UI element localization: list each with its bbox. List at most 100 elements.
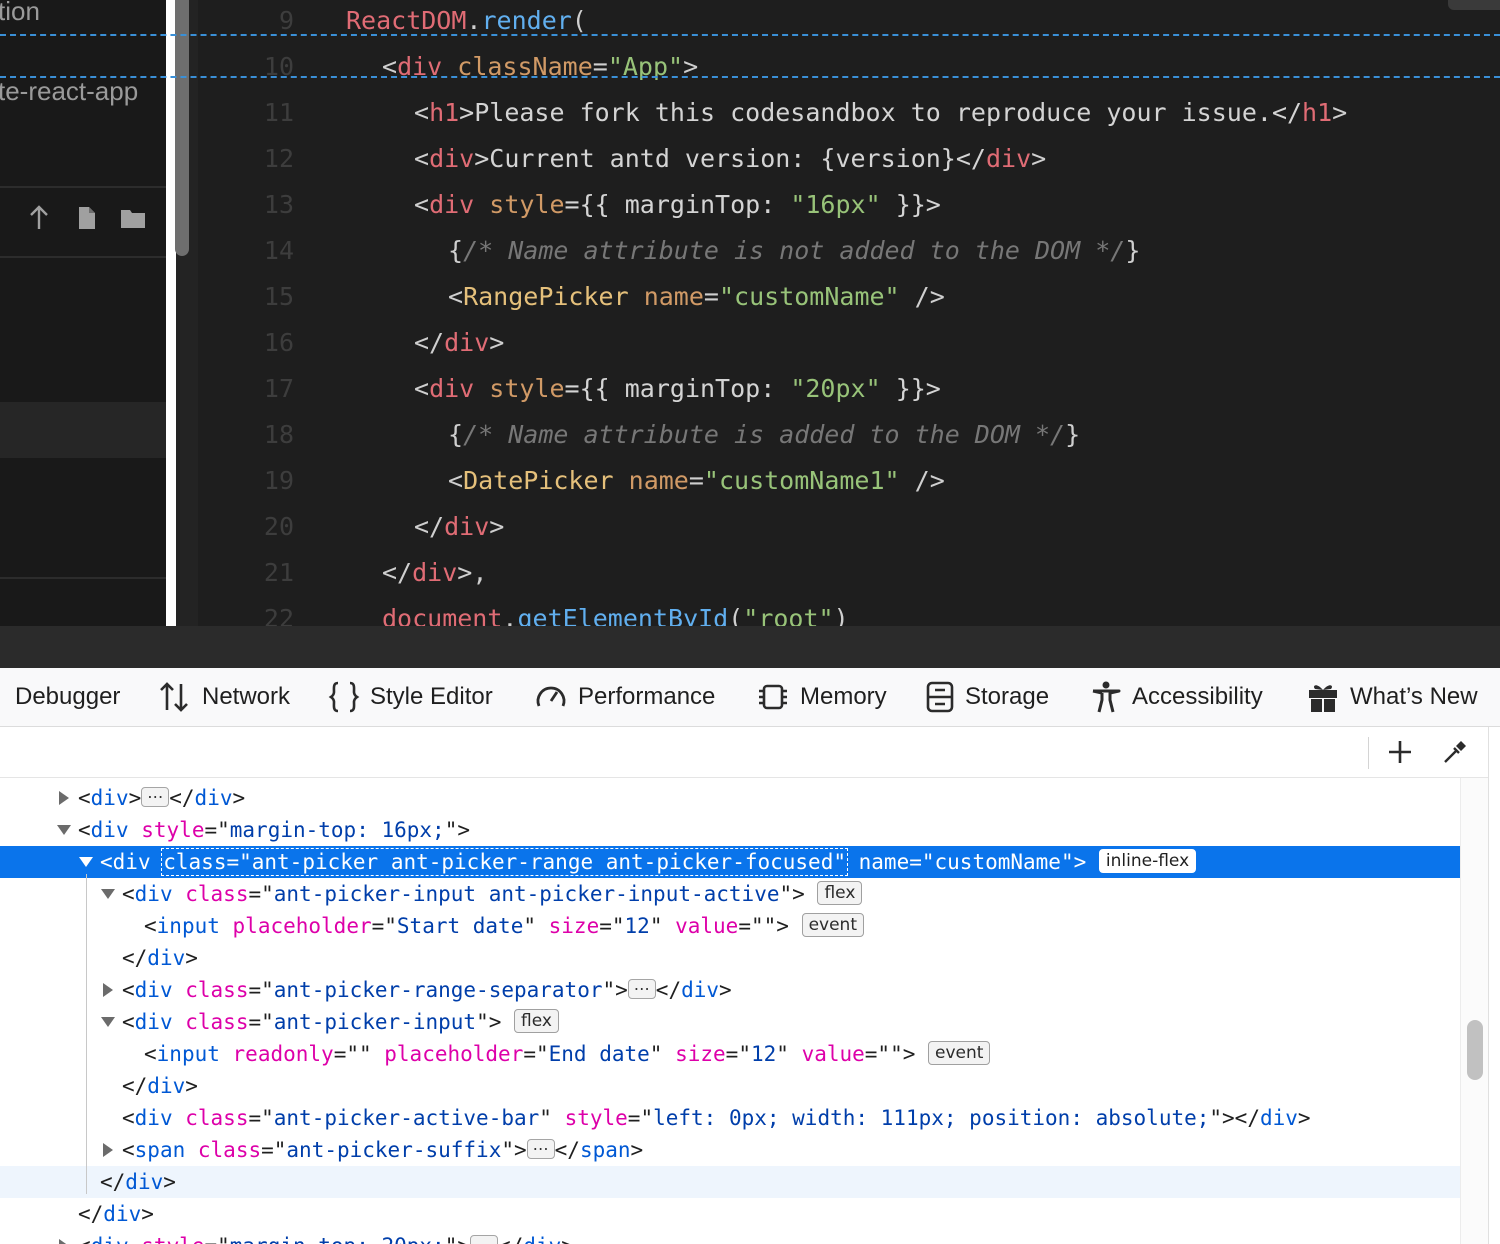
- markup-token: =": [371, 914, 397, 938]
- markup-token: <: [144, 1042, 157, 1066]
- markup-badge-event[interactable]: event: [928, 1041, 991, 1065]
- markup-node-content: <div class="ant-picker-input ant-picker-…: [122, 878, 863, 910]
- markup-badge-flex[interactable]: flex: [514, 1009, 559, 1033]
- markup-token: ant-picker-range-separator: [273, 978, 603, 1002]
- arrow-up-icon[interactable]: [24, 203, 54, 233]
- tab-style-editor[interactable]: Style Editor: [328, 668, 493, 726]
- markup-badge-inline-flex[interactable]: inline-flex: [1098, 849, 1197, 873]
- expand-arrow-closed-icon[interactable]: [100, 1134, 116, 1166]
- code-editor[interactable]: 9 ReactDOM.render(10 <div className="App">…: [198, 0, 1500, 626]
- markup-token: ="">: [738, 914, 789, 938]
- markup-node[interactable]: </div>: [0, 1198, 1460, 1230]
- markup-token: 12: [750, 1042, 777, 1066]
- code-line: 18 {/* Name attribute is added to the DOM…: [198, 420, 1500, 466]
- markup-token: class="ant-picker ant-picker-range ant-p…: [161, 848, 848, 876]
- markup-node[interactable]: </div>: [0, 1070, 1460, 1102]
- markup-token: =": [523, 1042, 549, 1066]
- code-line: 21 </div>,: [198, 558, 1500, 604]
- code-token: }: [1065, 420, 1081, 449]
- markup-node[interactable]: <div>… </div>: [0, 782, 1460, 814]
- markup-token: </: [655, 978, 682, 1002]
- code-token: >Current antd version: {version}</: [474, 144, 986, 173]
- code-text: </div>,: [382, 558, 487, 587]
- markup-node[interactable]: <div style="margin-top: 16px;">: [0, 814, 1460, 846]
- sidebar-scrollbar-thumb[interactable]: [175, 0, 189, 256]
- markup-token: =": [599, 914, 625, 938]
- code-token: DatePicker: [463, 466, 614, 495]
- code-text: ReactDOM.render(: [346, 6, 587, 35]
- markup-token: "></: [1209, 1106, 1260, 1130]
- markup-node[interactable]: <div class="ant-picker-active-bar" style…: [0, 1102, 1460, 1134]
- code-token: ={{ marginTop:: [564, 374, 791, 403]
- markup-node[interactable]: <div class="ant-picker-input ant-picker-…: [0, 878, 1460, 910]
- expand-arrow-closed-icon[interactable]: [56, 782, 72, 814]
- markup-token: [173, 882, 186, 906]
- markup-token: div: [125, 1170, 164, 1194]
- collapsed-children-button[interactable]: …: [526, 1137, 555, 1159]
- expand-arrow-closed-icon[interactable]: [56, 1230, 72, 1244]
- collapsed-children-button[interactable]: …: [470, 1233, 498, 1244]
- markup-token: div: [112, 850, 151, 874]
- file-explorer-sidebar: tion te-react-app: [0, 0, 166, 626]
- markup-node[interactable]: <input readonly="" placeholder="End date…: [0, 1038, 1460, 1070]
- tab-accessibility[interactable]: Accessibility: [1090, 668, 1263, 726]
- markup-node[interactable]: <span class="ant-picker-suffix">… </span>: [0, 1134, 1460, 1166]
- code-token: <: [414, 98, 430, 127]
- markup-badge-event[interactable]: event: [801, 913, 864, 937]
- markup-token: <: [78, 818, 91, 842]
- panel-splitter[interactable]: [0, 626, 1500, 668]
- tab-performance[interactable]: Performance: [534, 668, 715, 726]
- markup-token: >: [630, 1138, 644, 1162]
- markup-token: ">: [476, 1010, 502, 1034]
- markup-node[interactable]: </div>: [0, 1166, 1460, 1198]
- code-token: </: [382, 558, 413, 587]
- plus-icon[interactable]: [1383, 735, 1417, 769]
- tab-debugger[interactable]: Debugger: [15, 668, 120, 726]
- code-token: div: [985, 144, 1032, 173]
- code-token: "16px": [790, 190, 881, 219]
- sidebar-selected-item[interactable]: [0, 402, 166, 458]
- expand-arrow-open-icon[interactable]: [100, 878, 116, 910]
- markup-node-content: <input readonly="" placeholder="End date…: [144, 1038, 991, 1070]
- markup-badge-flex[interactable]: flex: [817, 881, 863, 905]
- code-line: 9 ReactDOM.render(: [198, 6, 1500, 52]
- code-token: />: [899, 282, 945, 311]
- code-token: name: [628, 466, 689, 495]
- expand-arrow-closed-icon[interactable]: [100, 974, 116, 1006]
- markup-token: div: [1259, 1106, 1298, 1130]
- markup-token: style: [141, 818, 205, 842]
- markup-token: div: [134, 978, 173, 1002]
- tab-storage[interactable]: Storage: [925, 668, 1049, 726]
- markup-token: 12: [624, 914, 650, 938]
- tab-memory[interactable]: Memory: [756, 668, 887, 726]
- code-text: </div>: [414, 328, 504, 357]
- markup-node[interactable]: <div class="ant-picker-range-separator">…: [0, 974, 1460, 1006]
- markup-node[interactable]: <input placeholder="Start date" size="12…: [0, 910, 1460, 942]
- line-number: 18: [263, 420, 294, 449]
- folder-icon[interactable]: [118, 203, 148, 233]
- markup-tree[interactable]: <div>… </div> <div style="margin-top: 16px…: [0, 778, 1460, 1244]
- tab-label: Debugger: [15, 683, 121, 710]
- collapsed-children-button[interactable]: …: [627, 977, 656, 999]
- markup-node[interactable]: </div>: [0, 942, 1460, 974]
- tab-what-s-new[interactable]: What’s New: [1306, 668, 1478, 726]
- markup-scrollbar-thumb[interactable]: [1467, 1020, 1483, 1080]
- expand-arrow-open-icon[interactable]: [100, 1006, 116, 1038]
- code-token: <: [448, 466, 464, 495]
- expand-arrow-open-icon[interactable]: [56, 814, 72, 846]
- accessibility-person-icon: [1090, 680, 1122, 714]
- markup-node-selected[interactable]: <div class="ant-picker ant-picker-range …: [0, 846, 1460, 878]
- layout-guide-line: [0, 76, 1500, 78]
- tab-network[interactable]: Network: [158, 668, 290, 726]
- eyedropper-icon[interactable]: [1438, 735, 1472, 769]
- code-token: getElementById: [517, 604, 729, 626]
- markup-node[interactable]: <div style="margin-top: 20px;">…</div>: [0, 1230, 1460, 1244]
- markup-node-content: </div>: [100, 1166, 176, 1198]
- sidebar-template-name[interactable]: te-react-app: [0, 76, 138, 107]
- markup-token: div: [134, 1010, 173, 1034]
- file-icon[interactable]: [72, 203, 102, 233]
- code-text: <div style={{ marginTop: "16px" }}>: [414, 190, 941, 219]
- collapsed-children-button[interactable]: …: [141, 785, 170, 807]
- markup-node[interactable]: <div class="ant-picker-input"> flex: [0, 1006, 1460, 1038]
